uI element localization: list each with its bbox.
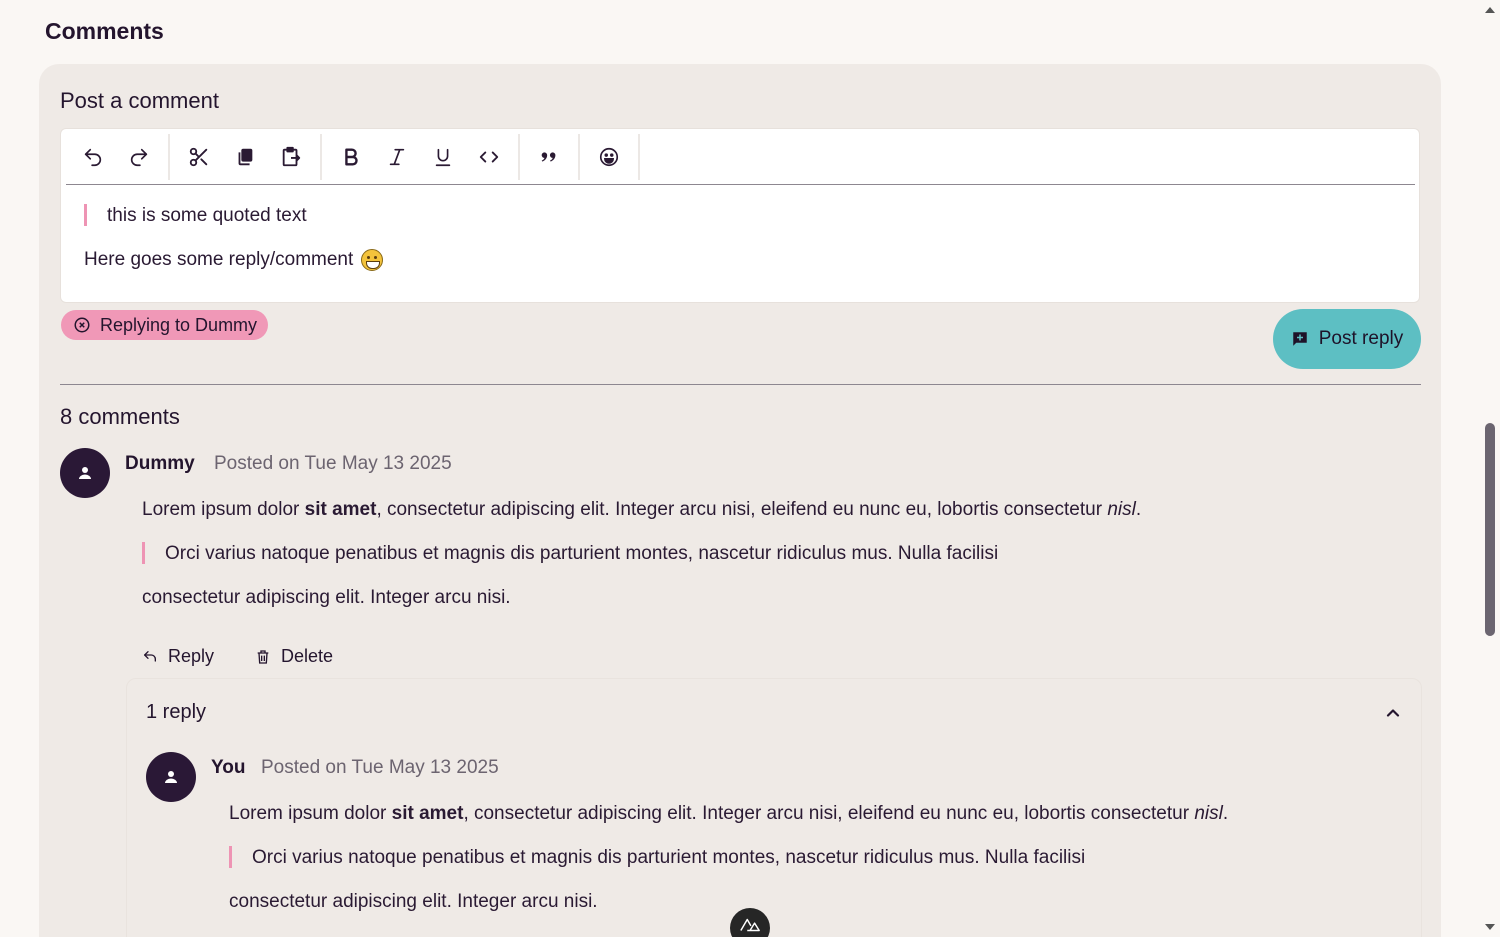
redo-icon[interactable]: [118, 137, 160, 177]
reply-date: Posted on Tue May 13 2025: [261, 757, 499, 778]
comment-author: Dummy: [125, 453, 195, 474]
cut-icon[interactable]: [178, 137, 220, 177]
reply-paragraph: Lorem ipsum dolor sit amet, consectetur …: [229, 803, 1228, 825]
scroll-up-arrow-icon[interactable]: [1485, 7, 1495, 13]
reply-author: You: [211, 757, 246, 778]
editor-toolbar: [66, 129, 1415, 185]
trash-icon: [257, 649, 269, 664]
page-scrollbar[interactable]: [1480, 0, 1500, 937]
paste-icon[interactable]: [270, 137, 312, 177]
post-reply-button[interactable]: Post reply: [1273, 309, 1421, 369]
text-bold: sit amet: [304, 499, 377, 520]
reply-paragraph-2: consectetur adipiscing elit. Integer arc…: [229, 891, 598, 912]
text-run: .: [1135, 499, 1142, 520]
reply-icon: [144, 650, 156, 662]
editor-quote-bar: [84, 204, 87, 226]
grin-emoji-icon: [361, 249, 384, 271]
editor-text[interactable]: Here goes some reply/comment: [84, 249, 353, 271]
delete-label: Delete: [281, 646, 334, 666]
replies-title: 1 reply: [146, 701, 207, 723]
chevron-up-icon[interactable]: [1383, 703, 1403, 723]
text-run: , consectetur adipiscing elit. Integer a…: [463, 803, 1195, 824]
scrollbar-thumb[interactable]: [1485, 423, 1495, 636]
reply-label: Reply: [168, 646, 215, 666]
comment-quote: Orci varius natoque penatibus et magnis …: [165, 543, 999, 564]
replying-to-label: Replying to Dummy: [100, 314, 258, 335]
emoji-icon[interactable]: [588, 137, 630, 177]
text-run: .: [1222, 803, 1229, 824]
composer-title: Post a comment: [60, 88, 219, 113]
nuxt-logo-icon: [740, 918, 760, 932]
underline-icon[interactable]: [422, 137, 464, 177]
reply-button[interactable]: Reply: [142, 646, 214, 667]
comments-panel: Post a comment this is some quoted text …: [39, 64, 1441, 937]
close-circle-icon[interactable]: [73, 316, 91, 334]
comment-add-icon: [1293, 332, 1307, 346]
undo-icon[interactable]: [72, 137, 114, 177]
post-reply-label: Post reply: [1318, 328, 1404, 349]
replies-section: 1 reply You Posted on Tue May 13 2025 Lo…: [126, 678, 1422, 937]
quote-bar: [229, 846, 232, 868]
reply-quote: Orci varius natoque penatibus et magnis …: [252, 847, 1086, 868]
delete-button[interactable]: Delete: [255, 646, 333, 667]
comments-count: 8 comments: [60, 404, 180, 429]
editor-quote[interactable]: this is some quoted text: [107, 205, 307, 227]
text-italic: nisl: [1107, 499, 1136, 520]
editor-paragraph[interactable]: Here goes some reply/comment: [84, 249, 384, 271]
user-icon: [165, 771, 177, 783]
italic-icon[interactable]: [376, 137, 418, 177]
user-icon: [79, 467, 91, 479]
replying-to-chip[interactable]: Replying to Dummy: [61, 310, 269, 340]
blockquote-icon[interactable]: [528, 137, 570, 177]
avatar: [60, 448, 110, 498]
divider: [60, 384, 1421, 385]
avatar: [146, 752, 196, 802]
comment-date: Posted on Tue May 13 2025: [214, 453, 452, 474]
comment-paragraph: Lorem ipsum dolor sit amet, consectetur …: [142, 499, 1141, 521]
quote-bar: [142, 542, 145, 564]
bold-icon[interactable]: [330, 137, 372, 177]
text-run: Lorem ipsum dolor: [229, 803, 392, 824]
text-run: , consectetur adipiscing elit. Integer a…: [376, 499, 1108, 520]
page-title: Comments: [45, 18, 164, 44]
comment-paragraph-2: consectetur adipiscing elit. Integer arc…: [142, 587, 511, 608]
scroll-down-arrow-icon[interactable]: [1485, 924, 1495, 930]
comment-editor[interactable]: this is some quoted text Here goes some …: [60, 128, 1420, 303]
code-icon[interactable]: [468, 137, 510, 177]
text-run: Lorem ipsum dolor: [142, 499, 305, 520]
text-bold: sit amet: [391, 803, 464, 824]
copy-icon[interactable]: [224, 137, 266, 177]
text-italic: nisl: [1194, 803, 1223, 824]
